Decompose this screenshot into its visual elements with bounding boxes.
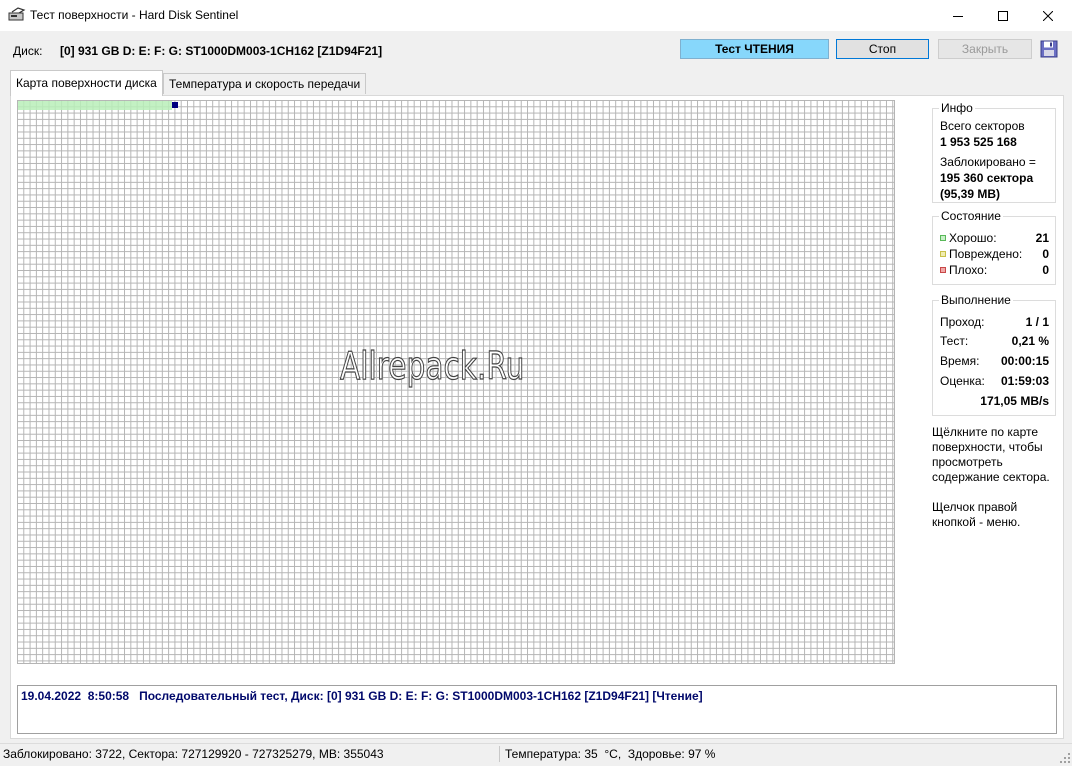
close-button[interactable]: Закрыть [938, 39, 1032, 59]
title-bar: Тест поверхности - Hard Disk Sentinel [0, 0, 1072, 31]
state-row-bad: Плохо: 0 [940, 263, 1049, 277]
maximize-icon [998, 10, 1008, 21]
blocked-mb: (95,39 MB) [940, 187, 1001, 201]
resize-grip-icon[interactable] [1060, 752, 1070, 763]
info-title: Инфо [939, 101, 975, 115]
speed-value: 171,05 MB/s [980, 394, 1049, 408]
close-window-button[interactable] [1025, 0, 1071, 31]
progress-row-time: Время: 00:00:15 [940, 354, 1049, 368]
minimize-icon [953, 11, 963, 21]
watermark: Allrepack.Ru [340, 343, 525, 388]
state-good-label: Хорошо: [949, 231, 997, 245]
progress-row-pass: Проход: 1 / 1 [940, 315, 1049, 329]
progress-title: Выполнение [939, 293, 1013, 307]
status-separator [499, 746, 500, 762]
click-hint: Щёлкните по карте поверхности, чтобы про… [932, 425, 1050, 484]
window-title: Тест поверхности - Hard Disk Sentinel [30, 8, 239, 22]
blocked-value: 195 360 сектора [940, 171, 1034, 185]
state-bad-label: Плохо: [949, 263, 988, 277]
info-group: Инфо Всего секторов 1 953 525 168 Заблок… [932, 101, 1056, 203]
progress-row-speed: 171,05 MB/s [940, 394, 1049, 408]
damaged-square-icon [940, 251, 946, 257]
status-health: Температура: 35 °C, Здоровье: 97 % [505, 747, 716, 761]
bad-square-icon [940, 267, 946, 273]
state-good-value: 21 [1035, 231, 1049, 245]
log-entry: 19.04.2022 8:50:58 Последовательный тест… [21, 689, 703, 703]
disk-label: Диск: [13, 44, 43, 58]
log-panel[interactable]: 19.04.2022 8:50:58 Последовательный тест… [17, 685, 1057, 734]
total-sectors-value: 1 953 525 168 [940, 135, 1017, 149]
blocked-label: Заблокировано = [940, 155, 1036, 169]
state-row-good: Хорошо: 21 [940, 231, 1049, 245]
pass-label: Проход: [940, 315, 985, 329]
read-test-button[interactable]: Тест ЧТЕНИЯ [680, 39, 829, 59]
state-damaged-label: Повреждено: [949, 247, 1023, 261]
good-blocks-strip [18, 101, 172, 110]
total-sectors-label: Всего секторов [940, 119, 1025, 133]
estimate-label: Оценка: [940, 374, 985, 388]
status-blocked: Заблокировано: 3722, Сектора: 727129920 … [3, 747, 384, 761]
time-value: 00:00:15 [1000, 354, 1049, 368]
tab-temperature-speed[interactable]: Температура и скорость передачи [163, 73, 367, 94]
floppy-disk-icon[interactable] [1040, 40, 1058, 58]
test-value: 0,21 % [1011, 334, 1049, 348]
disk-bar: Диск: [0] 931 GB D: E: F: G: ST1000DM003… [0, 38, 1072, 62]
estimate-value: 01:59:03 [1000, 374, 1049, 388]
state-bad-value: 0 [1042, 263, 1049, 277]
time-label: Время: [940, 354, 980, 368]
right-click-hint: Щелчок правой кнопкой - меню. [932, 500, 1021, 529]
progress-row-test: Тест: 0,21 % [940, 334, 1049, 348]
app-icon [8, 7, 26, 23]
current-block-marker [172, 102, 178, 108]
progress-row-estimate: Оценка: 01:59:03 [940, 374, 1049, 388]
maximize-button[interactable] [980, 0, 1026, 31]
status-bar: Заблокировано: 3722, Сектора: 727129920 … [0, 743, 1072, 764]
disk-value: [0] 931 GB D: E: F: G: ST1000DM003-1CH16… [60, 44, 383, 58]
state-title: Состояние [939, 209, 1003, 223]
good-square-icon [940, 235, 946, 241]
state-group: Состояние Хорошо: 21 Повреждено: 0 Плохо… [932, 209, 1056, 285]
tab-surface-map[interactable]: Карта поверхности диска [10, 70, 163, 96]
progress-group: Выполнение Проход: 1 / 1 Тест: 0,21 % Вр… [932, 293, 1056, 416]
state-row-damaged: Повреждено: 0 [940, 247, 1049, 261]
minimize-button[interactable] [935, 0, 981, 31]
close-icon [1043, 10, 1053, 21]
state-damaged-value: 0 [1042, 247, 1049, 261]
pass-value: 1 / 1 [1025, 315, 1049, 329]
stop-button[interactable]: Стоп [836, 39, 929, 59]
test-label: Тест: [940, 334, 969, 348]
